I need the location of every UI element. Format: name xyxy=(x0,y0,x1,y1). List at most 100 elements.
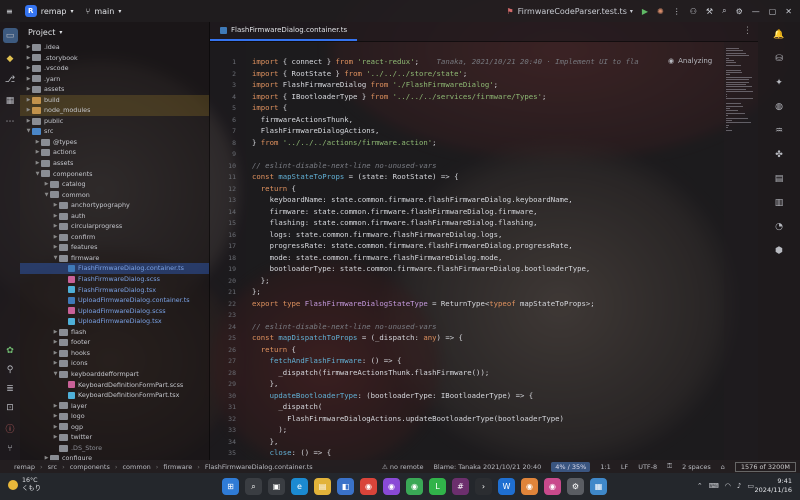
ai-assistant-icon[interactable]: ✦ xyxy=(772,76,786,90)
tree-item[interactable]: ▶ .storybook xyxy=(20,53,209,64)
project-tool-icon[interactable]: ▭ xyxy=(2,28,18,43)
chevron-right-icon[interactable]: ▶ xyxy=(25,95,32,106)
terminal-icon[interactable]: ⊡ xyxy=(6,403,14,413)
tree-item[interactable]: ▼ components xyxy=(20,169,209,180)
debug-icon[interactable]: ✺ xyxy=(657,7,664,16)
chevron-right-icon[interactable]: ▶ xyxy=(25,74,32,85)
problems-icon[interactable]: ⓘ xyxy=(5,422,14,435)
tree-item[interactable]: ▼ common xyxy=(20,190,209,201)
notifications-icon[interactable]: ⚲ xyxy=(7,365,14,375)
chevron-right-icon[interactable]: ▶ xyxy=(34,137,41,148)
edge-icon[interactable]: e xyxy=(291,478,308,495)
tree-item[interactable]: ▶ circularprogress xyxy=(20,221,209,232)
run-icon[interactable]: ▶ xyxy=(642,7,648,16)
avatar[interactable]: ⚇ xyxy=(690,7,697,16)
chrome-icon[interactable]: ◉ xyxy=(360,478,377,495)
tree-item[interactable]: ▶ .yarn xyxy=(20,74,209,85)
bell-icon[interactable]: ⌂ xyxy=(721,463,725,471)
chevron-right-icon[interactable]: ▶ xyxy=(34,147,41,158)
breadcrumb-item[interactable]: firmware xyxy=(163,463,192,471)
tree-item[interactable]: ▶ actions xyxy=(20,147,209,158)
caret-position[interactable]: 1:1 xyxy=(600,463,610,471)
tree-item[interactable]: ▶ node_modules xyxy=(20,105,209,116)
services-icon[interactable]: ✿ xyxy=(6,346,14,356)
chevron-right-icon[interactable]: ▶ xyxy=(52,411,59,422)
layers-icon[interactable]: ≣ xyxy=(6,384,14,394)
tree-item[interactable]: ▶ catalog xyxy=(20,179,209,190)
chevron-right-icon[interactable]: ▶ xyxy=(25,116,32,127)
chevron-right-icon[interactable]: ▶ xyxy=(52,211,59,222)
progress-indicator[interactable]: 4% / 35% xyxy=(551,461,591,472)
chrome-canary-icon[interactable]: ◉ xyxy=(544,478,561,495)
more-icon[interactable]: ⋮ xyxy=(673,7,681,16)
chevron-right-icon[interactable]: ▶ xyxy=(52,432,59,443)
code-editor[interactable]: import { connect } from 'react-redux'; T… xyxy=(246,42,724,460)
chevron-right-icon[interactable]: ▶ xyxy=(52,221,59,232)
tab-flashfirmwaredialog-container[interactable]: FlashFirmwareDialog.container.ts xyxy=(210,21,358,41)
store-icon[interactable]: ◧ xyxy=(337,478,354,495)
chrome-profile-icon[interactable]: ◉ xyxy=(383,478,400,495)
plugins-icon[interactable]: ⬢ xyxy=(772,244,786,258)
tree-item[interactable]: ▼ keyboarddefformpart xyxy=(20,369,209,380)
tree-item[interactable]: FlashFirmwareDialog.tsx xyxy=(20,285,209,296)
tree-item[interactable]: ▶ flash xyxy=(20,327,209,338)
tree-item[interactable]: ▶ @types xyxy=(20,137,209,148)
breadcrumb-item[interactable]: remap xyxy=(14,463,35,471)
line-icon[interactable]: L xyxy=(429,478,446,495)
tree-item[interactable]: KeyboardDefinitionFormPart.scss xyxy=(20,380,209,391)
tree-item[interactable]: FlashFirmwareDialog.container.ts xyxy=(20,263,209,275)
tree-item[interactable]: ▶ footer xyxy=(20,337,209,348)
chevron-down-icon[interactable]: ▼ xyxy=(34,169,41,180)
tree-item[interactable]: UploadFirmwareDialog.scss xyxy=(20,306,209,317)
more-icon[interactable]: ⋮ xyxy=(743,26,752,36)
chevron-right-icon[interactable]: ▶ xyxy=(25,84,32,95)
chevron-down-icon[interactable]: ▼ xyxy=(25,126,32,137)
terminal-icon[interactable]: › xyxy=(475,478,492,495)
tree-item[interactable]: ▶ layer xyxy=(20,401,209,412)
chevron-right-icon[interactable]: ▶ xyxy=(25,42,32,53)
chevron-right-icon[interactable]: ▶ xyxy=(52,200,59,211)
bookmarks-icon[interactable]: ▥ xyxy=(772,196,786,210)
copilot-icon[interactable]: ◍ xyxy=(772,100,786,114)
line-separator[interactable]: LF xyxy=(621,463,628,471)
notifications-icon[interactable]: 🔔 xyxy=(772,28,786,42)
tree-item[interactable]: KeyboardDefinitionFormPart.tsx xyxy=(20,390,209,401)
minimize-icon[interactable]: — xyxy=(752,7,760,16)
tree-item[interactable]: FlashFirmwareDialog.scss xyxy=(20,274,209,285)
branch-switcher[interactable]: ⑂ main ▾ xyxy=(80,7,128,16)
gear-icon[interactable]: ⚙ xyxy=(736,7,743,16)
database-icon[interactable]: ⛁ xyxy=(772,52,786,66)
structure-icon[interactable]: ▦ xyxy=(6,96,15,106)
tree-item[interactable]: ▶ assets xyxy=(20,84,209,95)
task-view-icon[interactable]: ▣ xyxy=(268,478,285,495)
webstorm-icon[interactable]: W xyxy=(498,478,515,495)
hammer-icon[interactable]: ⚒ xyxy=(706,7,713,16)
search-icon[interactable]: ⌕ xyxy=(722,6,726,16)
commit-tool-icon[interactable]: ◆ xyxy=(7,54,14,64)
minimap[interactable] xyxy=(724,42,758,460)
photos-icon[interactable]: ▦ xyxy=(590,478,607,495)
volume-icon[interactable]: ♪ xyxy=(737,482,741,490)
wifi-icon[interactable]: ◠ xyxy=(725,482,731,490)
chevron-right-icon[interactable]: ▶ xyxy=(52,327,59,338)
chevron-right-icon[interactable]: ▶ xyxy=(52,337,59,348)
breadcrumb-item[interactable]: src xyxy=(48,463,58,471)
chevron-right-icon[interactable]: ▶ xyxy=(25,63,32,74)
tree-item[interactable]: ▶ auth xyxy=(20,211,209,222)
gradle-icon[interactable]: ♒ xyxy=(772,124,786,138)
remote-status[interactable]: ⚠ no remote xyxy=(382,463,423,471)
pull-requests-icon[interactable]: ⎇ xyxy=(5,75,15,85)
tree-item[interactable]: UploadFirmwareDialog.container.ts xyxy=(20,295,209,306)
tree-item[interactable]: UploadFirmwareDialog.tsx xyxy=(20,316,209,327)
chevron-right-icon[interactable]: ▶ xyxy=(25,105,32,116)
tree-item[interactable]: ▶ anchortypography xyxy=(20,200,209,211)
tree-item[interactable]: ▼ firmware xyxy=(20,253,209,264)
chevron-right-icon[interactable]: ▶ xyxy=(52,422,59,433)
chrome-dev-icon[interactable]: ◉ xyxy=(521,478,538,495)
chevron-right-icon[interactable]: ▶ xyxy=(52,242,59,253)
tree-item[interactable]: .DS_Store xyxy=(20,443,209,454)
coverage-icon[interactable]: ◔ xyxy=(772,220,786,234)
file-explorer-icon[interactable]: ▤ xyxy=(314,478,331,495)
search-icon[interactable]: ⌕ xyxy=(245,478,262,495)
chevron-down-icon[interactable]: ▼ xyxy=(52,253,59,264)
